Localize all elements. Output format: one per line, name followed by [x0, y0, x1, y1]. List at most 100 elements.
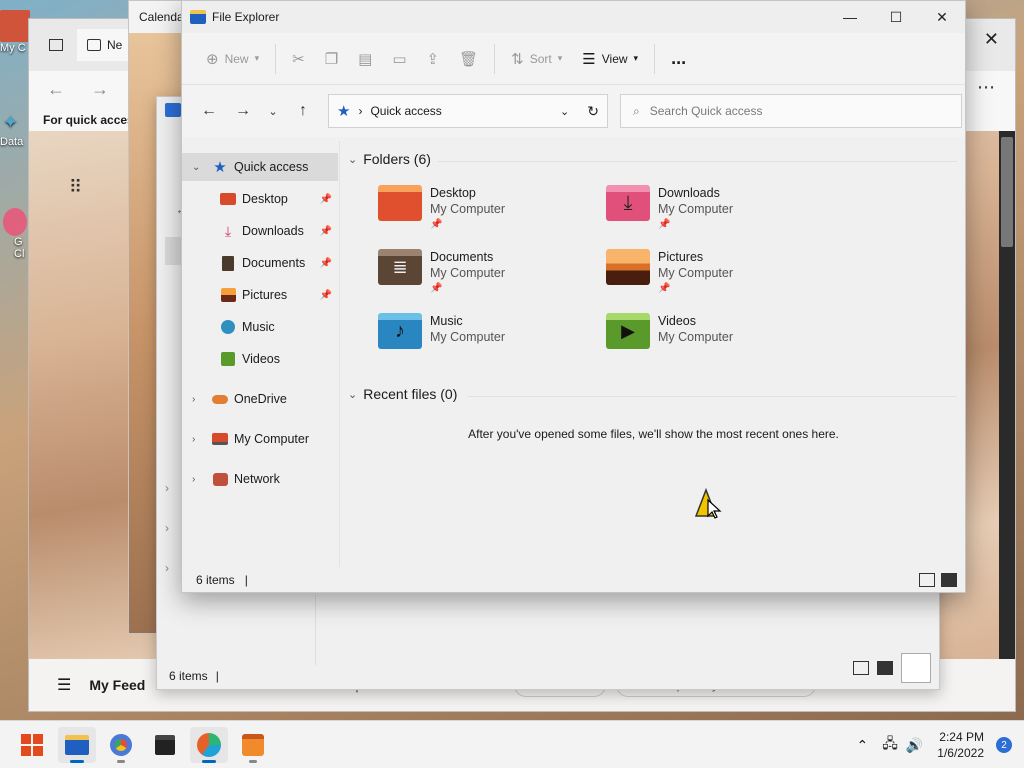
- recent-files-section-header[interactable]: ⌄ Recent files (0): [348, 386, 457, 402]
- chevron-right-icon[interactable]: ›: [192, 434, 195, 445]
- up-button[interactable]: ↑: [286, 95, 320, 127]
- sidebar-item-downloads[interactable]: ⤓ Downloads 📌: [182, 217, 338, 245]
- folder-location: My Computer: [430, 266, 506, 280]
- status-bar: 6 items |: [157, 663, 939, 689]
- breadcrumb[interactable]: Quick access: [370, 104, 552, 118]
- taskbar: ⌃ 🖧 🔊 2:24 PM 1/6/2022 2: [0, 720, 1024, 768]
- chevron-right-icon[interactable]: ›: [192, 394, 195, 405]
- desktop-icon-my-computer[interactable]: My C: [0, 10, 30, 54]
- cut-button[interactable]: ✂: [282, 41, 315, 77]
- my-feed-tab[interactable]: My Feed: [89, 677, 145, 693]
- sidebar-item-label: Desktop: [242, 192, 288, 206]
- taskbar-browser[interactable]: [102, 727, 140, 763]
- rename-button[interactable]: ▭: [382, 41, 416, 77]
- chevron-up-icon[interactable]: ⌃: [856, 737, 868, 754]
- folder-location: My Computer: [658, 266, 734, 280]
- sidebar-item-documents[interactable]: Documents 📌: [182, 249, 338, 277]
- folders-section-header[interactable]: ⌄ Folders (6): [348, 151, 431, 167]
- address-bar[interactable]: ★ › Quick access ⌄ ↻: [328, 94, 608, 128]
- sidebar-item-pictures[interactable]: Pictures 📌: [182, 281, 338, 309]
- active-indicator: [202, 760, 216, 763]
- chevron-right-icon[interactable]: ›: [192, 474, 195, 485]
- desktop-icon-label: Data: [0, 136, 24, 148]
- copy-button[interactable]: ❐: [315, 41, 348, 77]
- search-input[interactable]: ⌕ Search Quick access: [620, 94, 962, 128]
- download-icon: ⤓: [224, 222, 232, 239]
- rename-icon: ▭: [392, 50, 407, 68]
- folder-tile-downloads[interactable]: ⤓ Downloads My Computer 📌: [606, 185, 733, 233]
- sidebar-item-label: My Computer: [234, 432, 310, 446]
- share-button[interactable]: ⇪: [417, 41, 450, 77]
- folder-tile-documents[interactable]: ≣ Documents My Computer 📌: [378, 249, 505, 297]
- sidebar-item-quick-access[interactable]: ⌄ ★ Quick access: [182, 153, 338, 181]
- folder-name: Music: [430, 314, 463, 328]
- folder-location: My Computer: [430, 202, 506, 216]
- taskbar-calendar[interactable]: [234, 727, 272, 763]
- paste-button[interactable]: ▤: [348, 41, 382, 77]
- sidebar-item-videos[interactable]: Videos: [182, 345, 338, 373]
- status-bar: 6 items |: [182, 567, 965, 592]
- folder-tile-pictures[interactable]: Pictures My Computer 📌: [606, 249, 733, 297]
- folder-name: Documents: [430, 250, 494, 264]
- taskbar-store[interactable]: [146, 727, 184, 763]
- folder-tile-music[interactable]: ♪ Music My Computer: [378, 313, 505, 349]
- chevron-down-icon[interactable]: ⌄: [560, 105, 569, 118]
- close-button[interactable]: ✕: [919, 1, 965, 33]
- windows-logo-icon: [21, 734, 43, 756]
- notification-badge[interactable]: 2: [996, 737, 1012, 753]
- start-button[interactable]: [13, 727, 51, 763]
- minimize-button[interactable]: —: [827, 1, 873, 33]
- chevron-down-icon: ▾: [254, 53, 260, 63]
- computer-icon: [212, 431, 228, 447]
- folder-name: Downloads: [658, 186, 720, 200]
- edge-workspace-tab[interactable]: [39, 29, 73, 61]
- chevron-down-icon[interactable]: ⌄: [192, 162, 200, 173]
- pin-icon: 📌: [319, 257, 332, 269]
- address-row: ← → ⌄ ↑ ★ › Quick access ⌄ ↻ ⌕ Search Qu…: [182, 85, 965, 137]
- hamburger-icon[interactable]: ☰: [57, 675, 71, 695]
- details-view-icon[interactable]: [919, 573, 935, 587]
- back-button[interactable]: ←: [192, 95, 226, 127]
- delete-button[interactable]: 🗑: [449, 41, 488, 77]
- computer-icon: [0, 10, 30, 42]
- recent-locations-button[interactable]: ⌄: [260, 95, 286, 127]
- close-icon[interactable]: ✕: [984, 29, 999, 50]
- folder-tile-desktop[interactable]: Desktop My Computer 📌: [378, 185, 505, 233]
- volume-icon[interactable]: 🔊: [906, 737, 923, 754]
- feed-layout-icon[interactable]: [901, 653, 931, 683]
- scrollbar[interactable]: [999, 131, 1015, 659]
- sidebar-item-music[interactable]: Music: [182, 313, 338, 341]
- sidebar-item-onedrive[interactable]: › OneDrive: [182, 385, 338, 413]
- chevron-right-icon[interactable]: ›: [165, 521, 169, 535]
- new-button[interactable]: ⊕ New ▾: [196, 41, 269, 77]
- view-button[interactable]: ☰ View ▾: [572, 41, 648, 77]
- sidebar-item-my-computer[interactable]: › My Computer: [182, 425, 338, 453]
- taskbar-edge[interactable]: [190, 727, 228, 763]
- tiles-view-icon[interactable]: [941, 573, 957, 587]
- apps-grid-icon[interactable]: ⠿: [69, 177, 82, 198]
- clock[interactable]: 2:24 PM 1/6/2022: [937, 729, 984, 761]
- sidebar-item-network[interactable]: › Network: [182, 465, 338, 493]
- more-icon[interactable]: ⋯: [977, 77, 995, 98]
- chevron-right-icon[interactable]: ›: [165, 561, 169, 575]
- network-icon[interactable]: 🖧: [882, 733, 898, 757]
- forward-button[interactable]: →: [226, 95, 260, 127]
- desktop-icon-g[interactable]: G Cl: [0, 208, 30, 260]
- chevron-right-icon[interactable]: ›: [165, 481, 169, 495]
- folder-icon: [165, 103, 181, 117]
- maximize-button[interactable]: ☐: [873, 1, 919, 33]
- videos-folder-icon: ▶: [606, 313, 650, 349]
- forward-arrow-icon[interactable]: →: [91, 79, 109, 100]
- desktop-icon-data[interactable]: ✦ Data: [0, 112, 30, 148]
- more-options-button[interactable]: ...: [661, 41, 696, 77]
- sidebar-item-desktop[interactable]: Desktop 📌: [182, 185, 338, 213]
- details-view-icon[interactable]: [853, 661, 869, 675]
- sort-button[interactable]: ⇅ Sort ▾: [501, 41, 572, 77]
- back-arrow-icon[interactable]: ←: [47, 79, 65, 100]
- refresh-icon[interactable]: ↻: [587, 103, 599, 120]
- tiles-view-icon[interactable]: [877, 661, 893, 675]
- scrollbar-thumb[interactable]: [1001, 137, 1013, 247]
- taskbar-file-explorer[interactable]: [58, 727, 96, 763]
- folder-tile-videos[interactable]: ▶ Videos My Computer: [606, 313, 733, 349]
- sort-label: Sort: [529, 51, 552, 66]
